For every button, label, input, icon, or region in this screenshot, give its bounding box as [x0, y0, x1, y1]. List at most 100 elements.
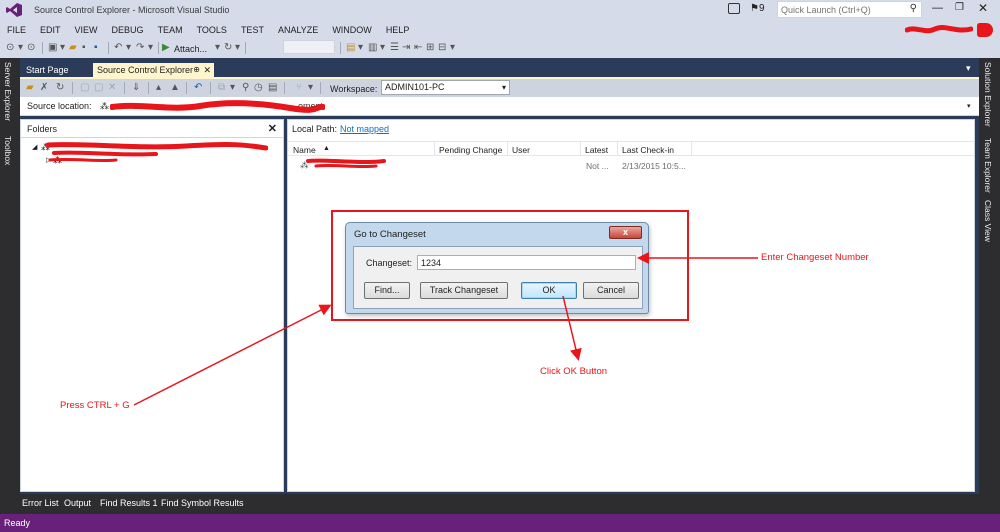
copy-icon[interactable]: ▢: [80, 81, 89, 95]
paste-icon[interactable]: ▢: [94, 81, 103, 95]
dropdown-icon[interactable]: ▾: [450, 41, 455, 55]
delete-icon[interactable]: ✕: [108, 81, 116, 95]
menu-test[interactable]: TEST: [234, 22, 271, 38]
tab-source-control-explorer[interactable]: Source Control Explorer ⊕ ✕: [93, 63, 214, 77]
refresh-icon[interactable]: ↻: [224, 41, 232, 55]
tab-output[interactable]: Output: [64, 498, 91, 508]
pin-icon[interactable]: ⊕: [193, 63, 200, 77]
notification-icon[interactable]: [728, 3, 740, 14]
format-icon[interactable]: ☰: [390, 41, 399, 55]
column-header-name[interactable]: Name: [293, 145, 316, 155]
quick-launch-input[interactable]: [778, 2, 903, 17]
dropdown-icon[interactable]: ▾: [235, 41, 240, 55]
history-icon[interactable]: ◷: [254, 81, 263, 95]
back-icon[interactable]: ⊙: [6, 41, 14, 55]
track-changeset-button[interactable]: Track Changeset: [420, 282, 508, 299]
toolbox-tab[interactable]: Toolbox: [3, 136, 13, 165]
search-icon[interactable]: ⚲: [910, 3, 917, 14]
dropdown-icon[interactable]: ▾: [358, 41, 363, 55]
annotation-enter-changeset: Enter Changeset Number: [761, 252, 869, 263]
tab-error-list[interactable]: Error List: [22, 498, 59, 508]
menu-edit[interactable]: EDIT: [33, 22, 68, 38]
dropdown-icon[interactable]: ▾: [308, 81, 313, 95]
attach-play-icon[interactable]: ▶: [162, 41, 170, 55]
tab-overflow-icon[interactable]: ▾: [966, 63, 971, 74]
comment-icon[interactable]: ▥: [368, 41, 377, 55]
solution-explorer-tab[interactable]: Solution Explorer: [983, 62, 993, 127]
compare-icon[interactable]: ⧉: [218, 81, 225, 95]
refresh-icon[interactable]: ↻: [56, 81, 64, 95]
redacted-path-scribble: [110, 100, 325, 113]
dropdown-icon[interactable]: ▾: [230, 81, 235, 95]
find-icon[interactable]: ⚲: [242, 81, 249, 95]
attach-button[interactable]: Attach...: [174, 42, 207, 56]
annotation-press-ctrl-g: Press CTRL + G: [60, 400, 130, 411]
team-explorer-tab[interactable]: Team Explorer: [983, 138, 993, 193]
menu-help[interactable]: HELP: [379, 22, 417, 38]
menu-tools[interactable]: TOOLS: [190, 22, 234, 38]
undo-icon[interactable]: ↶: [114, 41, 122, 55]
ok-button[interactable]: OK: [521, 282, 577, 299]
dropdown-icon[interactable]: ▾: [380, 41, 385, 55]
minimize-icon[interactable]: —: [932, 2, 943, 14]
new-project-icon[interactable]: ▣: [48, 41, 57, 55]
check-out-icon[interactable]: ▴: [156, 81, 161, 95]
get-latest-icon[interactable]: ⇓: [132, 81, 140, 95]
find-in-files-icon[interactable]: ▤: [346, 41, 355, 55]
chevron-down-icon[interactable]: ▾: [967, 102, 971, 110]
undo-pending-icon[interactable]: ↶: [194, 81, 202, 95]
tab-start-page[interactable]: Start Page: [20, 63, 75, 77]
row-latest: Not ...: [586, 161, 609, 171]
menu-team[interactable]: TEAM: [151, 22, 190, 38]
cancel-button[interactable]: Cancel: [583, 282, 639, 299]
server-explorer-tab[interactable]: Server Explorer: [3, 62, 13, 121]
menu-view[interactable]: VIEW: [68, 22, 105, 38]
column-header-user[interactable]: User: [512, 145, 530, 155]
close-window-icon[interactable]: ✕: [978, 1, 988, 15]
column-header-pending-change[interactable]: Pending Change: [439, 145, 502, 155]
class-view-tab[interactable]: Class View: [983, 200, 993, 242]
workspace-label: Workspace:: [330, 84, 378, 94]
menu-file[interactable]: FILE: [0, 22, 33, 38]
column-header-last-checkin[interactable]: Last Check-in: [622, 145, 674, 155]
changeset-input[interactable]: [417, 255, 636, 270]
indent-icon[interactable]: ⇥: [402, 41, 410, 55]
workspace-select[interactable]: ADMIN101-PC ▾: [381, 80, 510, 95]
dropdown-icon[interactable]: ▾: [18, 41, 23, 55]
restore-icon[interactable]: ❐: [955, 2, 964, 13]
new-folder-icon[interactable]: ▰: [26, 81, 34, 95]
redo-icon[interactable]: ↷: [136, 41, 144, 55]
annotate-icon[interactable]: ▤: [268, 81, 277, 95]
tab-find-symbol-results[interactable]: Find Symbol Results: [161, 498, 244, 508]
dialog-close-button[interactable]: x: [609, 226, 642, 239]
bookmark-next-icon[interactable]: ⊟: [438, 41, 446, 55]
bookmark-icon[interactable]: ⊞: [426, 41, 434, 55]
local-path-link[interactable]: Not mapped: [340, 124, 389, 134]
forward-icon[interactable]: ⊙: [27, 41, 35, 55]
outdent-icon[interactable]: ⇤: [414, 41, 422, 55]
save-icon[interactable]: ▪: [82, 41, 86, 55]
collapse-arrow-icon[interactable]: ◢: [32, 143, 37, 151]
tab-find-results-1[interactable]: Find Results 1: [100, 498, 158, 508]
dropdown-icon[interactable]: ▾: [215, 41, 220, 55]
check-in-icon[interactable]: ▲: [170, 81, 180, 95]
menu-analyze[interactable]: ANALYZE: [271, 22, 325, 38]
bottom-left-rail: [0, 490, 20, 514]
dropdown-icon[interactable]: ▾: [60, 41, 65, 55]
notification-flag-icon[interactable]: ⚑9: [750, 3, 765, 14]
quick-launch-box[interactable]: ⚲: [777, 1, 922, 18]
dropdown-icon[interactable]: ▾: [126, 41, 131, 55]
menu-debug[interactable]: DEBUG: [105, 22, 151, 38]
find-button[interactable]: Find...: [364, 282, 410, 299]
save-all-icon[interactable]: ▪: [94, 41, 98, 55]
changeset-label: Changeset:: [366, 258, 413, 268]
add-items-icon[interactable]: ✗: [40, 81, 48, 95]
solution-config-combo[interactable]: [283, 40, 335, 54]
column-header-latest[interactable]: Latest: [585, 145, 608, 155]
dropdown-icon[interactable]: ▾: [148, 41, 153, 55]
close-icon[interactable]: ✕: [268, 122, 277, 135]
open-icon[interactable]: ▰: [69, 41, 77, 55]
close-tab-icon[interactable]: ✕: [203, 63, 211, 77]
menu-window[interactable]: WINDOW: [325, 22, 379, 38]
branch-icon[interactable]: ⑂: [296, 81, 302, 95]
